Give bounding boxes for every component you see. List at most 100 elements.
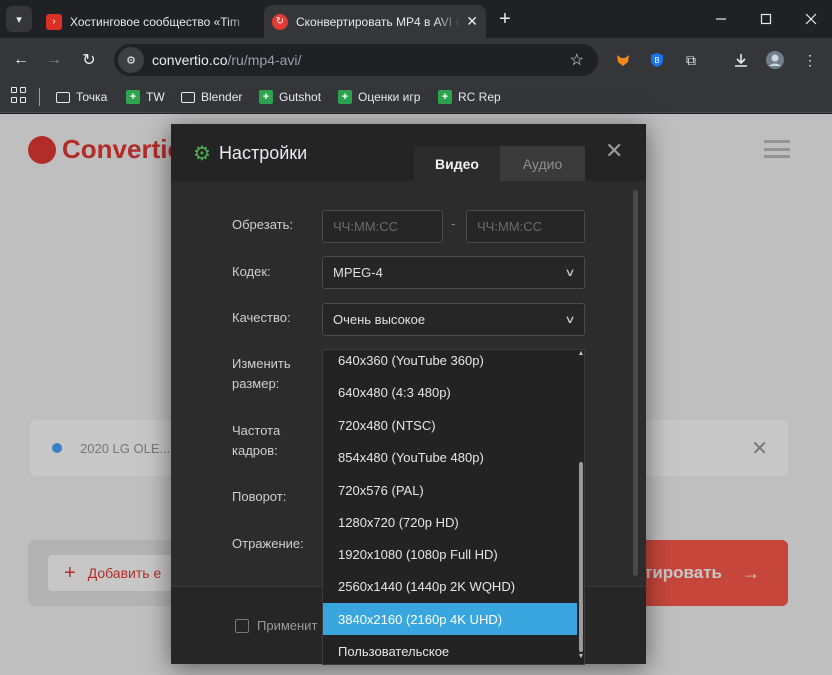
forward-button[interactable]: → bbox=[42, 48, 66, 72]
bookmark-label: Точка bbox=[76, 90, 108, 104]
tab-title: Хостинговое сообщество «Tim bbox=[70, 14, 240, 29]
green-plus-icon: + bbox=[438, 90, 452, 104]
maximize-button[interactable] bbox=[751, 6, 781, 32]
framerate-label-line1: Частота bbox=[232, 423, 281, 438]
trim-end-input[interactable]: ЧЧ:ММ:СС bbox=[466, 210, 585, 243]
plus-icon: + bbox=[499, 7, 511, 30]
chevron-down-icon: ∨ bbox=[564, 314, 576, 326]
scroll-up-arrow-icon[interactable]: ▲ bbox=[577, 350, 584, 360]
tab-strip: ▾ › Хостинговое сообщество «Tim ↻ Сконве… bbox=[0, 0, 832, 38]
bookmark-blender[interactable]: Blender bbox=[181, 87, 242, 107]
tab-convertio[interactable]: ↻ Сконвертировать MP4 в AVI он ✕ bbox=[264, 5, 486, 38]
green-plus-icon: + bbox=[126, 90, 140, 104]
resize-option[interactable]: 854x480 (YouTube 480p) bbox=[323, 441, 577, 473]
url-domain: convertio.co bbox=[152, 52, 228, 68]
browser-toolbar: ← → ↻ ⚙ convertio.co/ru/mp4-avi/ ☆ B ⧉ ⋮ bbox=[0, 38, 832, 82]
resize-option-selected[interactable]: 3840x2160 (2160p 4K UHD) bbox=[323, 603, 577, 635]
new-tab-button[interactable]: + bbox=[494, 8, 516, 30]
resize-option[interactable]: 720x576 (PAL) bbox=[323, 474, 577, 506]
favicon-hosting-icon: › bbox=[46, 13, 62, 30]
close-icon[interactable]: ✕ bbox=[605, 140, 623, 162]
download-icon[interactable] bbox=[730, 49, 752, 71]
extensions-puzzle-icon[interactable]: ⧉ bbox=[680, 49, 702, 71]
arrow-left-icon: ← bbox=[13, 51, 29, 68]
tab-audio[interactable]: Аудио bbox=[500, 146, 585, 181]
svg-text:B: B bbox=[654, 56, 659, 65]
bookmark-label: TW bbox=[146, 90, 165, 104]
reload-button[interactable]: ↻ bbox=[77, 48, 101, 72]
resize-option[interactable]: 640x360 (YouTube 360p) bbox=[323, 350, 577, 376]
tab-video[interactable]: Видео bbox=[414, 146, 500, 181]
resize-label-line1: Изменить bbox=[232, 356, 291, 371]
bookmark-tw[interactable]: + TW bbox=[126, 87, 165, 107]
bookmark-gutshot[interactable]: + Gutshot bbox=[259, 87, 321, 107]
resize-option[interactable]: 1920x1080 (1080p Full HD) bbox=[323, 538, 577, 570]
resize-option[interactable]: 640x480 (4:3 480p) bbox=[323, 376, 577, 408]
resize-option[interactable]: Пользовательское bbox=[323, 635, 577, 664]
tab-hosting[interactable]: › Хостинговое сообщество «Tim bbox=[38, 5, 262, 38]
chevron-down-icon: ∨ bbox=[564, 267, 576, 279]
url-text[interactable]: convertio.co/ru/mp4-avi/ bbox=[152, 52, 301, 68]
shield-extension-icon[interactable]: B bbox=[646, 49, 668, 71]
bookmarks-divider bbox=[39, 88, 40, 106]
minimize-button[interactable] bbox=[706, 6, 736, 32]
trim-dash: - bbox=[451, 216, 456, 231]
bookmark-ocenki-igr[interactable]: + Оценки игр bbox=[338, 87, 420, 107]
rotate-label: Поворот: bbox=[232, 489, 287, 504]
framerate-label-line2: кадров: bbox=[232, 443, 278, 458]
bookmark-label: Gutshot bbox=[279, 90, 322, 104]
green-plus-icon: + bbox=[259, 90, 273, 104]
fox-extension-icon[interactable] bbox=[612, 49, 634, 71]
back-button[interactable]: ← bbox=[9, 48, 33, 72]
quality-label: Качество: bbox=[232, 310, 291, 325]
trim-label: Обрезать: bbox=[232, 217, 293, 232]
tab-search-menu-button[interactable]: ▾ bbox=[6, 6, 32, 32]
green-plus-icon: + bbox=[338, 90, 352, 104]
resize-option[interactable]: 720x480 (NTSC) bbox=[323, 409, 577, 441]
apply-all-checkbox[interactable] bbox=[235, 619, 249, 633]
bookmark-label: Blender bbox=[201, 90, 243, 104]
bookmark-rc-rep[interactable]: + RC Rep bbox=[438, 87, 501, 107]
modal-title: ⚙ Настройки bbox=[193, 143, 307, 164]
dropdown-scrollbar-thumb[interactable] bbox=[579, 462, 583, 652]
tab-title: Сконвертировать MP4 в AVI он bbox=[296, 14, 461, 29]
resize-dropdown-list[interactable]: 640x360 (YouTube 360p) 640x480 (4:3 480p… bbox=[322, 349, 585, 665]
close-tab-icon[interactable]: ✕ bbox=[466, 13, 478, 30]
folder-icon bbox=[181, 91, 195, 103]
maximize-icon bbox=[760, 13, 772, 25]
scroll-down-arrow-icon[interactable]: ▼ bbox=[577, 653, 584, 663]
close-icon bbox=[805, 13, 817, 25]
minimize-icon bbox=[716, 18, 726, 20]
browser-menu-icon[interactable]: ⋮ bbox=[799, 49, 821, 71]
bookmark-tochka[interactable]: Точка bbox=[56, 87, 107, 107]
bookmark-label: Оценки игр bbox=[358, 90, 421, 104]
apps-grid-icon[interactable] bbox=[11, 87, 27, 103]
trim-start-input[interactable]: ЧЧ:ММ:СС bbox=[322, 210, 443, 243]
profile-avatar-icon[interactable] bbox=[764, 49, 786, 71]
favicon-convertio-icon: ↻ bbox=[272, 13, 288, 30]
codec-label: Кодек: bbox=[232, 264, 271, 279]
resize-option[interactable]: 1280x720 (720p HD) bbox=[323, 506, 577, 538]
gear-icon: ⚙ bbox=[193, 142, 211, 165]
modal-title-text: Настройки bbox=[218, 143, 308, 163]
modal-header: ⚙ Настройки Видео Аудио ✕ bbox=[171, 124, 646, 181]
flip-label: Отражение: bbox=[232, 536, 304, 551]
url-path: /ru/mp4-avi/ bbox=[227, 52, 302, 68]
quality-select[interactable]: Очень высокое ∨ bbox=[322, 303, 585, 336]
codec-value: MPEG-4 bbox=[333, 265, 383, 280]
resize-label-line2: размер: bbox=[232, 376, 280, 391]
apply-all-label: Применит bbox=[257, 618, 318, 633]
bookmark-star-icon[interactable]: ☆ bbox=[570, 50, 584, 70]
quality-value: Очень высокое bbox=[333, 312, 426, 327]
address-bar[interactable]: ⚙ convertio.co/ru/mp4-avi/ ☆ bbox=[114, 44, 598, 76]
resize-option[interactable]: 2560x1440 (1440p 2K WQHD) bbox=[323, 570, 577, 602]
modal-scrollbar[interactable] bbox=[633, 190, 638, 576]
chevron-down-icon: ▾ bbox=[16, 13, 22, 26]
folder-icon bbox=[56, 91, 70, 103]
arrow-right-icon: → bbox=[46, 51, 62, 68]
site-info-icon[interactable]: ⚙ bbox=[118, 47, 144, 73]
close-window-button[interactable] bbox=[796, 6, 826, 32]
codec-select[interactable]: MPEG-4 ∨ bbox=[322, 256, 585, 289]
bookmark-label: RC Rep bbox=[458, 90, 501, 104]
reload-icon: ↻ bbox=[82, 52, 96, 69]
